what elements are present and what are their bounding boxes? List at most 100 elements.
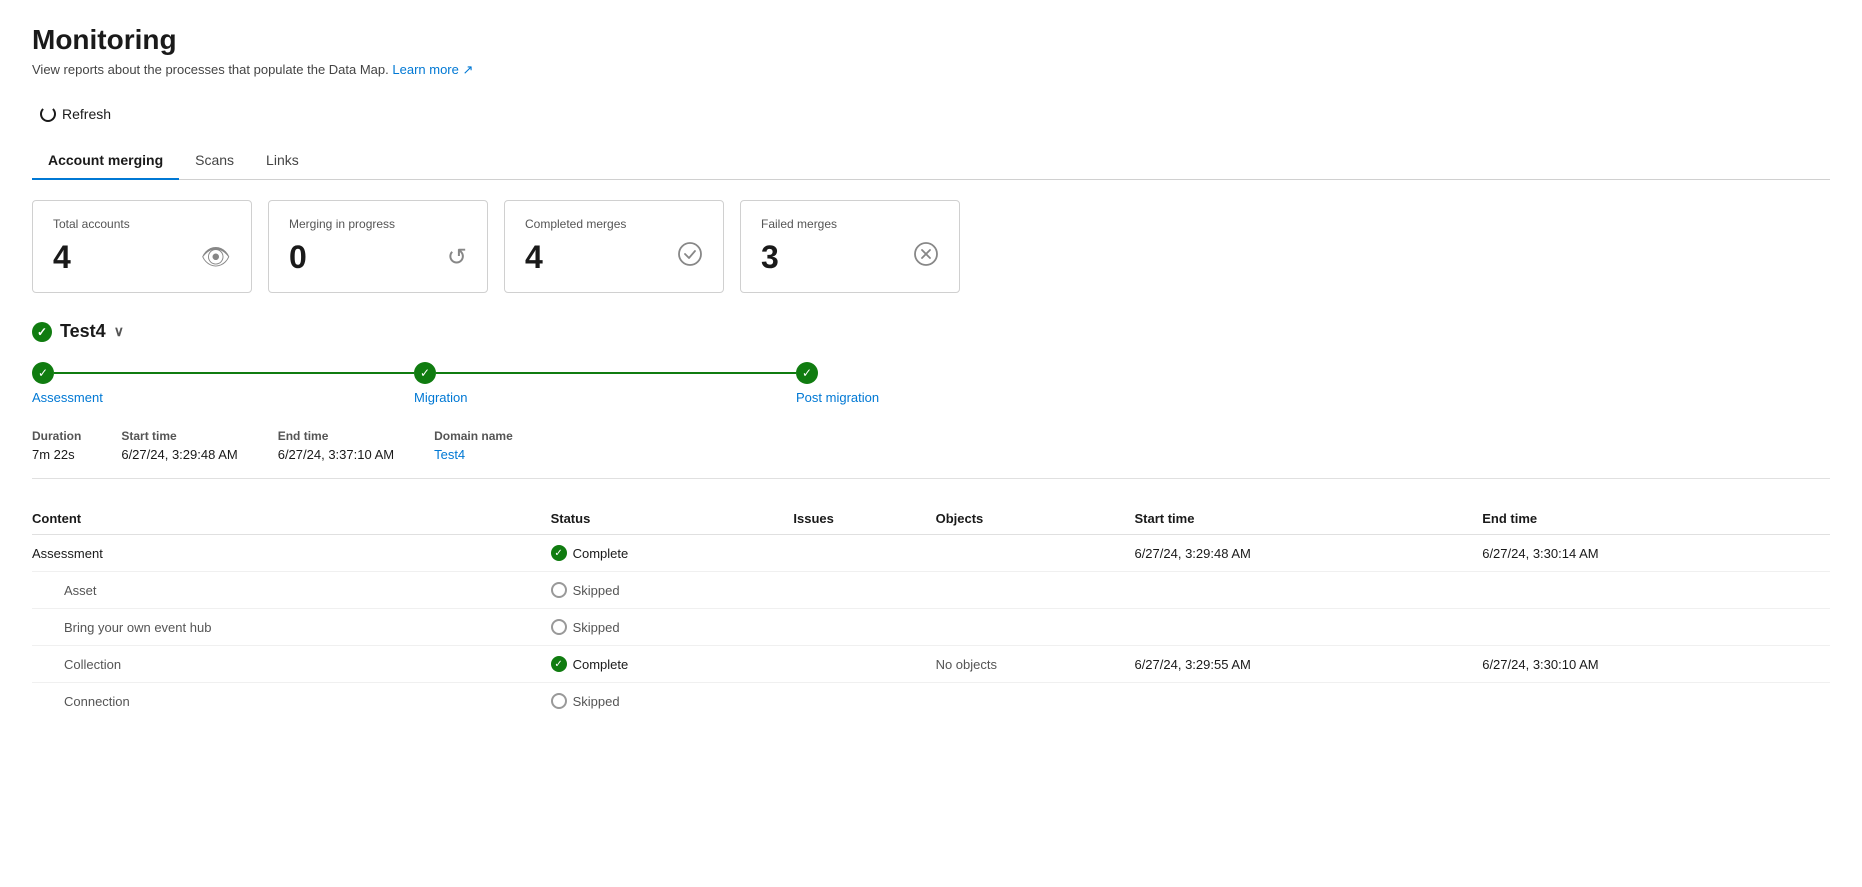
step-migration-label: Migration (414, 390, 467, 405)
account-name: Test4 (60, 321, 106, 342)
col-start-time: Start time (1134, 503, 1482, 535)
cell-start-time: 6/27/24, 3:29:48 AM (1134, 535, 1482, 572)
cell-start-time (1134, 609, 1482, 646)
skipped-icon (551, 693, 567, 709)
tab-scans[interactable]: Scans (179, 142, 250, 180)
step-assessment-row: ✓ (32, 362, 414, 384)
tab-account-merging[interactable]: Account merging (32, 142, 179, 180)
card-failed-value-row: 3 (761, 239, 939, 276)
step-connector-1 (54, 372, 414, 374)
cell-issues (793, 683, 935, 720)
table-body: Assessment✓Complete6/27/24, 3:29:48 AM6/… (32, 535, 1830, 720)
card-merging-value-row: 0 ↺ (289, 239, 467, 276)
start-time-label: Start time (121, 429, 237, 443)
detail-end-time: End time 6/27/24, 3:37:10 AM (278, 429, 394, 462)
duration-label: Duration (32, 429, 81, 443)
domain-name-label: Domain name (434, 429, 513, 443)
card-merging-value: 0 (289, 239, 307, 276)
page-title: Monitoring (32, 24, 1830, 56)
cell-issues (793, 646, 935, 683)
table-row: Assessment✓Complete 6/27/24, 3:29:48 AM6/… (32, 535, 1830, 572)
cell-objects (936, 572, 1135, 609)
col-status: Status (551, 503, 794, 535)
start-time-value: 6/27/24, 3:29:48 AM (121, 447, 237, 462)
detail-domain-name: Domain name Test4 (434, 429, 513, 462)
card-failed-merges: Failed merges 3 (740, 200, 960, 293)
content-table: Content Status Issues Objects Start time… (32, 503, 1830, 719)
card-completed-merges: Completed merges 4 (504, 200, 724, 293)
cell-objects (936, 609, 1135, 646)
checkmark-circle-icon (677, 241, 703, 274)
step-migration-circle: ✓ (414, 362, 436, 384)
domain-name-link[interactable]: Test4 (434, 447, 513, 462)
step-post-migration-circle: ✓ (796, 362, 818, 384)
card-completed-label: Completed merges (525, 217, 703, 231)
end-time-value: 6/27/24, 3:37:10 AM (278, 447, 394, 462)
card-failed-value: 3 (761, 239, 779, 276)
cell-end-time (1482, 609, 1830, 646)
account-status-icon: ✓ (32, 322, 52, 342)
learn-more-link[interactable]: Learn more ↗ (392, 62, 473, 77)
step-migration-row: ✓ (414, 362, 796, 384)
card-merging-label: Merging in progress (289, 217, 467, 231)
page-subtitle: View reports about the processes that po… (32, 62, 1830, 78)
cell-start-time: 6/27/24, 3:29:55 AM (1134, 646, 1482, 683)
cell-objects: No objects (936, 646, 1135, 683)
cell-objects (936, 535, 1135, 572)
summary-cards-row: Total accounts 4 👁 Merging in progress 0… (32, 200, 1830, 293)
table-header: Content Status Issues Objects Start time… (32, 503, 1830, 535)
table-row: AssetSkipped (32, 572, 1830, 609)
cell-objects (936, 683, 1135, 720)
cell-start-time (1134, 572, 1482, 609)
cell-end-time (1482, 683, 1830, 720)
skipped-icon (551, 582, 567, 598)
detail-duration: Duration 7m 22s (32, 429, 81, 462)
col-end-time: End time (1482, 503, 1830, 535)
eye-icon: 👁 (201, 243, 231, 272)
col-objects: Objects (936, 503, 1135, 535)
x-circle-icon (913, 241, 939, 274)
table-row: Collection✓CompleteNo objects6/27/24, 3:… (32, 646, 1830, 683)
cell-status: Skipped (551, 572, 794, 609)
cell-issues (793, 609, 935, 646)
cell-end-time (1482, 572, 1830, 609)
cell-issues (793, 535, 935, 572)
col-content: Content (32, 503, 551, 535)
cell-status: Skipped (551, 683, 794, 720)
cell-content: Assessment (32, 535, 551, 572)
account-collapse-button[interactable]: ∨ (114, 323, 124, 340)
card-total-accounts: Total accounts 4 👁 (32, 200, 252, 293)
card-total-accounts-value: 4 (53, 239, 71, 276)
complete-icon: ✓ (551, 656, 567, 672)
card-completed-value-row: 4 (525, 239, 703, 276)
table-row: ConnectionSkipped (32, 683, 1830, 720)
toolbar: Refresh (32, 102, 1830, 126)
step-assessment-label: Assessment (32, 390, 103, 405)
page-container: Monitoring View reports about the proces… (0, 0, 1862, 887)
tabs-bar: Account merging Scans Links (32, 142, 1830, 180)
refresh-button[interactable]: Refresh (32, 102, 119, 126)
step-assessment: ✓ Assessment (32, 362, 414, 405)
progress-steps: ✓ Assessment ✓ Migration ✓ Post migratio… (32, 362, 1830, 405)
card-failed-label: Failed merges (761, 217, 939, 231)
refresh-icon (40, 106, 56, 122)
cell-status: ✓Complete (551, 535, 794, 572)
skipped-icon (551, 619, 567, 635)
cell-content: Collection (32, 646, 551, 683)
col-issues: Issues (793, 503, 935, 535)
complete-icon: ✓ (551, 545, 567, 561)
step-assessment-circle: ✓ (32, 362, 54, 384)
tab-links[interactable]: Links (250, 142, 315, 180)
card-total-accounts-label: Total accounts (53, 217, 231, 231)
cell-start-time (1134, 683, 1482, 720)
step-connector-2 (436, 372, 796, 374)
cell-end-time: 6/27/24, 3:30:10 AM (1482, 646, 1830, 683)
table-row: Bring your own event hubSkipped (32, 609, 1830, 646)
cell-end-time: 6/27/24, 3:30:14 AM (1482, 535, 1830, 572)
detail-start-time: Start time 6/27/24, 3:29:48 AM (121, 429, 237, 462)
step-post-migration: ✓ Post migration (796, 362, 879, 405)
cell-content: Connection (32, 683, 551, 720)
card-merging-in-progress: Merging in progress 0 ↺ (268, 200, 488, 293)
sync-icon: ↺ (447, 243, 467, 272)
step-post-migration-label: Post migration (796, 390, 879, 405)
